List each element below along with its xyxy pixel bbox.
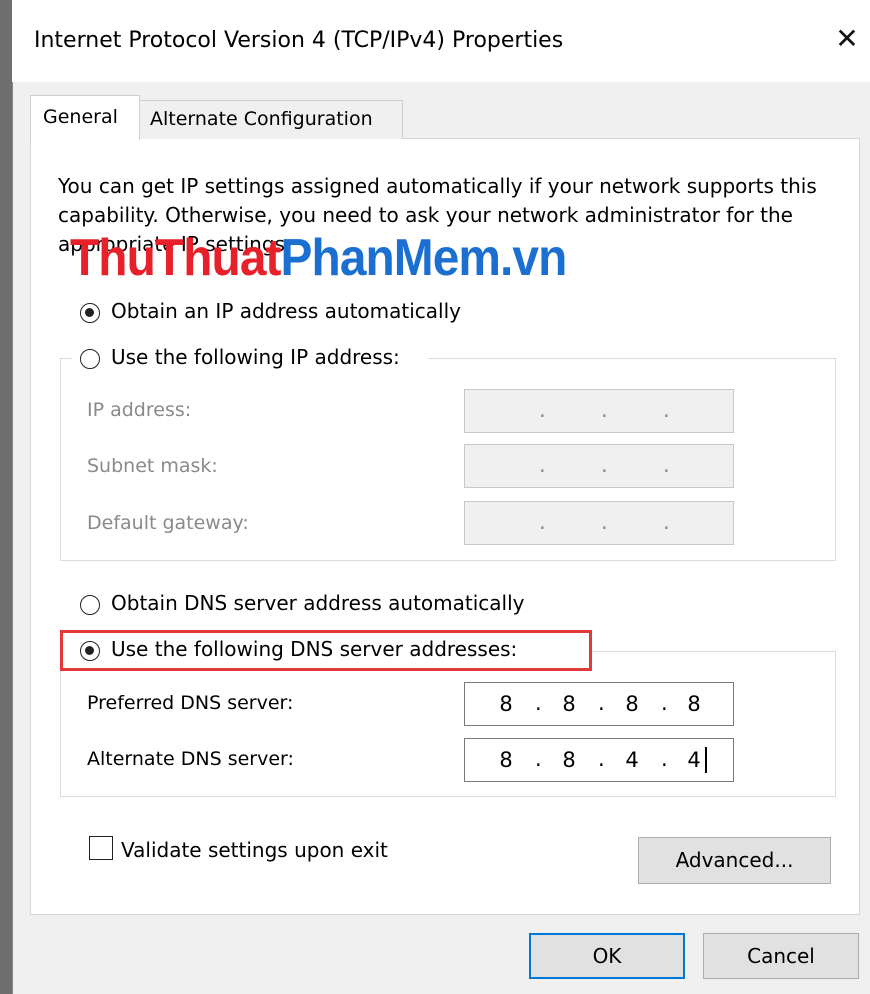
validate-checkbox[interactable] [89, 836, 113, 860]
alternate-dns-octet-1: 8 [499, 748, 513, 772]
preferred-dns-octet-1: 8 [499, 692, 513, 716]
watermark-part1: ThuThuat [70, 229, 281, 287]
background-window [0, 0, 12, 994]
default-gateway-input: ... [464, 501, 734, 545]
text-cursor [705, 747, 707, 773]
subnet-mask-input: ... [464, 444, 734, 488]
ip-address-input: ... [464, 389, 734, 433]
ip-address-label: IP address: [87, 399, 192, 421]
radio-use-following-ip[interactable] [80, 349, 100, 369]
close-icon[interactable]: ✕ [830, 22, 864, 56]
watermark-logo: ThuThuatPhanMem.vn [70, 228, 568, 288]
tab-alternate-configuration-label: Alternate Configuration [150, 108, 373, 130]
subnet-mask-label: Subnet mask: [87, 455, 218, 477]
default-gateway-label: Default gateway: [87, 512, 249, 534]
alternate-dns-octet-3: 4 [625, 748, 639, 772]
preferred-dns-input[interactable]: 8 . 8 . 8 . 8 [464, 682, 734, 726]
use-following-ip-label[interactable]: Use the following IP address: [111, 345, 400, 369]
tab-general-label: General [43, 106, 118, 128]
advanced-button[interactable]: Advanced... [638, 837, 831, 884]
preferred-dns-label: Preferred DNS server: [87, 692, 294, 714]
alternate-dns-octet-2: 8 [562, 748, 576, 772]
radio-obtain-dns-auto[interactable] [80, 595, 100, 615]
cancel-button[interactable]: Cancel [703, 933, 859, 979]
obtain-ip-auto-label[interactable]: Obtain an IP address automatically [111, 299, 461, 323]
alternate-dns-input[interactable]: 8 . 8 . 4 . 4 [464, 738, 734, 782]
preferred-dns-octet-4: 8 [687, 692, 701, 716]
radio-obtain-ip-auto[interactable] [80, 303, 100, 323]
preferred-dns-octet-3: 8 [625, 692, 639, 716]
watermark-part2: PhanMem.vn [280, 229, 568, 287]
alternate-dns-label: Alternate DNS server: [87, 748, 294, 770]
obtain-dns-auto-label[interactable]: Obtain DNS server address automatically [111, 591, 525, 615]
preferred-dns-octet-2: 8 [562, 692, 576, 716]
highlight-box [60, 630, 592, 671]
window-title: Internet Protocol Version 4 (TCP/IPv4) P… [34, 28, 564, 53]
validate-label[interactable]: Validate settings upon exit [121, 838, 388, 862]
tab-alternate-configuration[interactable]: Alternate Configuration [139, 100, 403, 139]
tab-general[interactable]: General [30, 95, 140, 140]
background-window-top [12, 0, 870, 8]
ok-button[interactable]: OK [529, 933, 685, 979]
